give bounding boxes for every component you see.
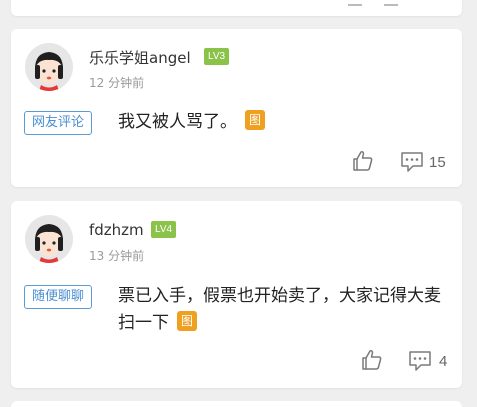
next-comment-card xyxy=(11,401,462,407)
like-icon[interactable] xyxy=(348,4,362,6)
timestamp: 12 分钟前 xyxy=(89,76,145,90)
previous-comment-card xyxy=(11,0,462,16)
avatar[interactable] xyxy=(25,43,73,91)
cartoon-girl-avatar-icon xyxy=(25,215,73,263)
topic-tag[interactable]: 随便聊聊 xyxy=(24,285,93,309)
image-badge-icon[interactable]: 图 xyxy=(245,110,265,130)
comment-text: 票已入手，假票也开始卖了，大家记得大麦扫一下图 xyxy=(118,283,448,337)
level-badge: LV4 xyxy=(151,221,177,238)
topic-tag[interactable]: 网友评论 xyxy=(24,111,93,135)
cartoon-girl-avatar-icon xyxy=(25,43,73,91)
comment-card[interactable]: fdzhzm LV4 13 分钟前 随便聊聊 票已入手，假票也开始卖了，大家记得… xyxy=(11,201,462,388)
thumbs-up-icon[interactable] xyxy=(351,149,375,173)
comment-count: 15 xyxy=(429,154,446,171)
comment-text: 我又被人骂了。图 xyxy=(118,109,448,136)
comment-bubble-icon[interactable] xyxy=(400,151,424,173)
comment-count: 4 xyxy=(439,353,448,370)
comment-text-body: 我又被人骂了。 xyxy=(118,112,237,132)
comment-card[interactable]: 乐乐学姐angel LV3 12 分钟前 网友评论 我又被人骂了。图 15 xyxy=(11,29,462,187)
image-badge-icon[interactable]: 图 xyxy=(177,311,197,331)
comment-bubble-icon[interactable] xyxy=(408,350,432,372)
comment-icon[interactable] xyxy=(384,4,398,6)
level-badge: LV3 xyxy=(204,48,230,65)
avatar[interactable] xyxy=(25,215,73,263)
user-name[interactable]: 乐乐学姐angel xyxy=(89,47,191,68)
timestamp: 13 分钟前 xyxy=(89,249,145,263)
user-name[interactable]: fdzhzm xyxy=(89,221,144,239)
comment-text-body: 票已入手，假票也开始卖了，大家记得大麦扫一下 xyxy=(118,286,441,333)
thumbs-up-icon[interactable] xyxy=(360,348,384,372)
